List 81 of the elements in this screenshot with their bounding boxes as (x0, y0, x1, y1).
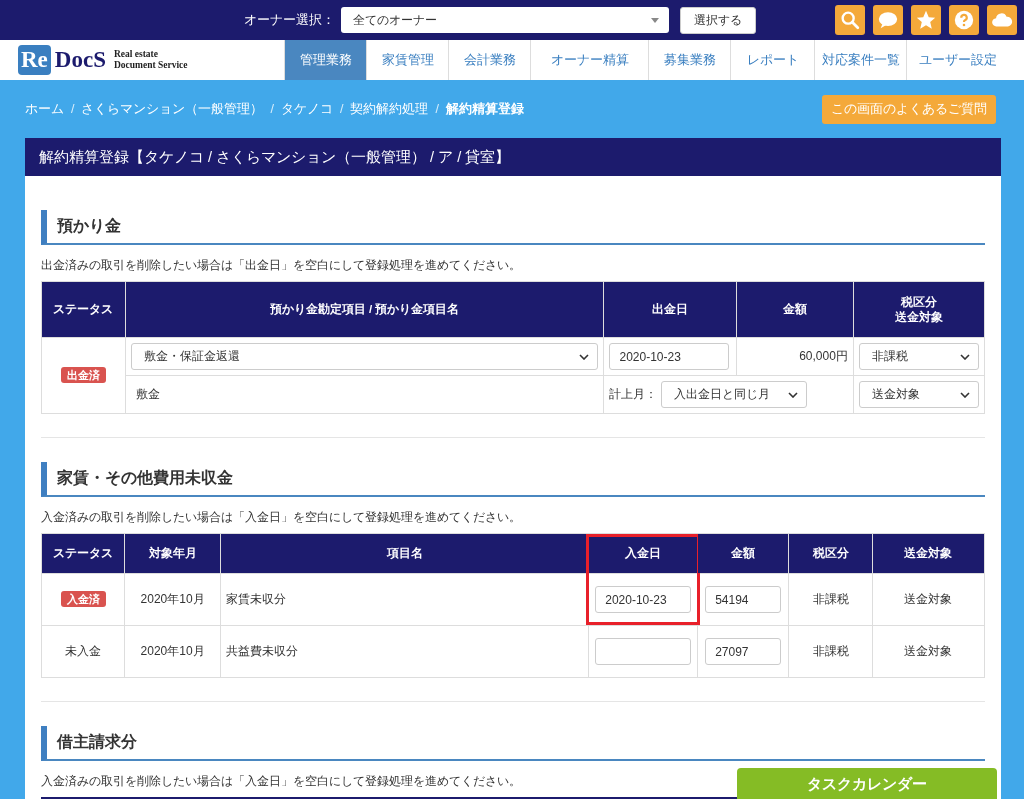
nav-tab[interactable]: 募集業務 (648, 40, 730, 80)
date-field[interactable]: 2020-10-23 (609, 343, 730, 370)
account-dropdown[interactable]: 敷金・保証金返還 (130, 343, 599, 370)
caret-icon (651, 17, 659, 23)
nav-tab[interactable]: 家賃管理 (366, 40, 448, 80)
status-badge: 出金済 (60, 367, 106, 383)
task-calendar-button[interactable]: タスクカレンダー (737, 768, 997, 799)
search-button[interactable] (835, 5, 865, 35)
breadcrumb-link[interactable]: さくらマンション（一般管理） (81, 100, 264, 118)
section-heading: 借主請求分 (41, 726, 985, 761)
owner-dropdown[interactable]: 全てのオーナー (341, 7, 669, 33)
tax-text: 非課税 (812, 644, 849, 658)
star-icon (915, 9, 937, 31)
breadcrumb-separator: / (339, 102, 344, 116)
date-field[interactable] (595, 638, 692, 665)
amount-field[interactable]: 54194 (705, 586, 782, 613)
search-icon (839, 9, 861, 31)
column-header: 税区分 (788, 533, 873, 574)
column-header: 送金対象 (872, 533, 985, 574)
breadcrumb-separator: / (71, 102, 75, 116)
breadcrumb-separator: / (270, 102, 274, 116)
nav-tab[interactable]: 対応案件一覧 (814, 40, 906, 80)
section-note: 入金済みの取引を削除したい場合は「入金日」を空白にして登録処理を進めてください。 (41, 773, 521, 790)
nav-tab[interactable]: 会計業務 (448, 40, 530, 80)
posting-month-dropdown[interactable]: 入出金日と同じ月 (661, 381, 808, 408)
section-heading: 預かり金 (41, 210, 985, 245)
remittance-text: 送金対象 (904, 592, 953, 606)
help-icon (953, 9, 975, 31)
posting-month-label: 計上月： (609, 386, 658, 403)
breadcrumb-separator: / (435, 102, 439, 116)
column-header: 税区分 (899, 294, 938, 310)
breadcrumb-link[interactable]: ホーム (25, 100, 64, 118)
amount-text: 60,000円 (799, 349, 848, 363)
logo-tagline: Document Service (113, 60, 188, 71)
tax-text: 非課税 (812, 592, 849, 606)
nav-tab[interactable]: レポート (730, 40, 814, 80)
breadcrumb-current: 解約精算登録 (445, 100, 524, 118)
chevron-icon (960, 391, 970, 398)
column-header: 項目名 (220, 533, 589, 574)
column-header: ステータス (41, 533, 125, 574)
item-name: 家賃未収分 (226, 592, 287, 606)
owner-select-label: オーナー選択： (244, 11, 335, 29)
remittance-text: 送金対象 (904, 644, 953, 658)
column-header: 出金日 (651, 302, 690, 317)
status-badge: 入金済 (60, 591, 106, 607)
status-text: 未入金 (65, 644, 102, 658)
amount-field[interactable]: 27097 (705, 638, 782, 665)
month-text: 2020年10月 (140, 644, 205, 658)
nav-tab[interactable]: ユーザー設定 (906, 40, 1008, 80)
select-button[interactable]: 選択する (680, 6, 756, 34)
logo-wordmark: DocS (54, 47, 106, 73)
nav-tab[interactable]: 管理業務 (284, 40, 366, 80)
section-note: 出金済みの取引を削除したい場合は「出金日」を空白にして登録処理を進めてください。 (41, 257, 521, 274)
cloud-button[interactable] (987, 5, 1017, 35)
breadcrumb-link[interactable]: 契約解約処理 (350, 100, 429, 118)
column-header: 預かり金勘定項目 / 預かり金項目名 (268, 302, 461, 317)
page-title: 解約精算登録【タケノコ / さくらマンション（一般管理） / ア / 貸室】 (25, 138, 1001, 176)
logo-mark: Re (18, 45, 51, 75)
chevron-icon (788, 391, 799, 398)
item-name: 敷金 (135, 387, 160, 401)
section-note: 入金済みの取引を削除したい場合は「入金日」を空白にして登録処理を進めてください。 (41, 509, 521, 526)
item-name: 共益費未収分 (226, 644, 299, 658)
section-heading: 家賃・その他費用未収金 (41, 462, 985, 497)
column-header: ステータス (52, 302, 115, 317)
star-button[interactable] (911, 5, 941, 35)
column-header: 送金対象 (893, 309, 944, 325)
logo-tagline: Real estate (113, 49, 159, 60)
nav-tab[interactable]: オーナー精算 (530, 40, 648, 80)
help-button[interactable] (949, 5, 979, 35)
column-header: 対象年月 (124, 533, 221, 574)
date-field[interactable]: 2020-10-23 (595, 586, 692, 613)
chevron-icon (960, 353, 970, 360)
column-header: 金額 (697, 533, 789, 574)
breadcrumb-link[interactable]: タケノコ (280, 100, 333, 118)
column-header: 金額 (782, 302, 809, 317)
chevron-icon (579, 353, 590, 360)
speech-bubble-button[interactable] (873, 5, 903, 35)
month-text: 2020年10月 (140, 592, 205, 606)
tax-dropdown[interactable]: 非課税 (858, 343, 979, 370)
speech-bubble-icon (877, 9, 899, 31)
remittance-dropdown[interactable]: 送金対象 (858, 381, 979, 408)
